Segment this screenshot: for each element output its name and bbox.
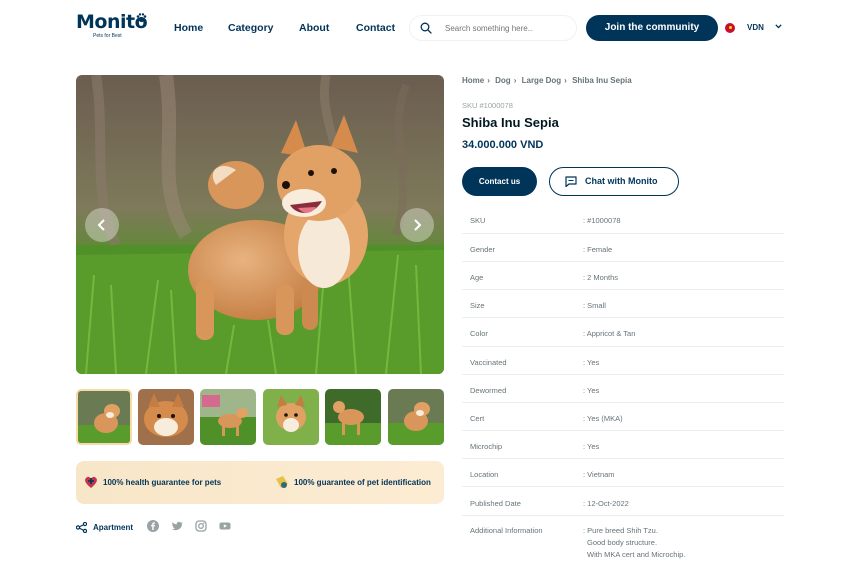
spec-row: Color : Appricot & Tan <box>462 318 784 347</box>
guarantee-banner: 100% health guarantee for pets 100% guar… <box>76 461 444 504</box>
spec-label: Microchip <box>470 442 503 451</box>
share-icon[interactable] <box>76 522 87 533</box>
spec-row: Microchip : Yes <box>462 431 784 459</box>
spec-value: : #1000078 <box>583 216 621 225</box>
spec-label: Cert <box>470 414 485 423</box>
spec-row: Gender : Female <box>462 234 784 262</box>
search-box <box>409 15 577 41</box>
chevron-right-icon: › <box>487 76 490 85</box>
spec-value: : Yes <box>583 442 600 451</box>
spec-label: Location <box>470 470 499 479</box>
gallery-thumbnail[interactable] <box>388 389 444 445</box>
pet-id-icon <box>276 476 288 488</box>
spec-label: Age <box>470 273 484 282</box>
spec-label: Dewormed <box>470 386 507 395</box>
spec-row: Dewormed : Yes <box>462 375 784 403</box>
gallery-prev-button[interactable] <box>85 208 119 242</box>
spec-row: Location : Vietnam <box>462 459 784 487</box>
nav-category[interactable]: Category <box>228 22 274 34</box>
logo[interactable]: Monito Pets for Best <box>76 12 148 42</box>
contact-us-button[interactable]: Contact us <box>462 167 537 196</box>
chevron-down-icon[interactable] <box>775 22 782 31</box>
product-sku: SKU #1000078 <box>462 101 513 110</box>
twitter-icon[interactable] <box>171 520 183 532</box>
currency-selector[interactable]: VDN <box>747 23 764 32</box>
gallery-thumbnail[interactable] <box>263 389 319 445</box>
nav-contact[interactable]: Contact <box>356 22 395 34</box>
site-header: Monito Pets for Best Home Category About… <box>0 0 858 60</box>
join-community-button[interactable]: Join the community <box>586 15 718 41</box>
spec-value: : 12-Oct-2022 <box>583 499 629 508</box>
spec-label: SKU <box>470 216 486 225</box>
spec-value-line: Good body structure. <box>587 538 658 547</box>
product-price: 34.000.000 VND <box>462 139 544 151</box>
gallery-thumbnail[interactable] <box>200 389 256 445</box>
breadcrumb: Home › Dog › Large Dog › Shiba Inu Sepia <box>462 76 635 85</box>
guarantee-health: 100% health guarantee for pets <box>103 478 222 487</box>
gallery-thumbnail[interactable] <box>76 389 132 445</box>
spec-label: Vaccinated <box>470 358 507 367</box>
product-title: Shiba Inu Sepia <box>462 115 559 130</box>
spec-label: Color <box>470 329 488 338</box>
spec-value: : Yes (MKA) <box>583 414 623 423</box>
spec-label: Published Date <box>470 499 521 508</box>
spec-label: Additional Information <box>470 526 543 535</box>
youtube-icon[interactable] <box>219 520 231 532</box>
spec-value-line: With MKA cert and Microchip. <box>587 550 686 559</box>
spec-label: Size <box>470 301 485 310</box>
spec-row: SKU : #1000078 <box>462 206 784 234</box>
gallery-thumbnail[interactable] <box>325 389 381 445</box>
gallery-next-button[interactable] <box>400 208 434 242</box>
chat-icon <box>565 176 577 187</box>
search-input[interactable] <box>445 21 533 36</box>
chat-button[interactable]: Chat with Monito <box>549 167 679 196</box>
spec-row: Size : Small <box>462 290 784 318</box>
spec-value: : 2 Months <box>583 273 619 282</box>
spec-row: Vaccinated : Yes <box>462 347 784 375</box>
breadcrumb-item[interactable]: Dog <box>495 76 511 85</box>
share-label: Apartment <box>93 523 134 532</box>
instagram-icon[interactable] <box>195 520 207 532</box>
facebook-icon[interactable] <box>147 520 159 532</box>
chevron-right-icon: › <box>564 76 567 85</box>
product-main-image <box>76 75 444 374</box>
nav-home[interactable]: Home <box>174 22 203 34</box>
vietnam-flag-icon[interactable] <box>725 23 735 33</box>
breadcrumb-item[interactable]: Large Dog <box>522 76 562 85</box>
spec-value: : Vietnam <box>583 470 615 479</box>
spec-row: Cert : Yes (MKA) <box>462 403 784 431</box>
gallery-thumbnail[interactable] <box>138 389 194 445</box>
logo-tagline: Pets for Best <box>93 33 122 39</box>
spec-value: : Yes <box>583 386 600 395</box>
guarantee-identification: 100% guarantee of pet identification <box>294 478 431 487</box>
breadcrumb-item[interactable]: Home <box>462 76 484 85</box>
spec-row: Additional Information : Pure breed Shih… <box>462 516 784 562</box>
spec-row: Age : 2 Months <box>462 262 784 290</box>
spec-row: Published Date : 12-Oct-2022 <box>462 487 784 516</box>
chevron-right-icon: › <box>513 76 517 85</box>
spec-value: : Yes <box>583 358 600 367</box>
nav-about[interactable]: About <box>299 22 329 34</box>
breadcrumb-current: Shiba Inu Sepia <box>572 76 632 85</box>
spec-label: Gender <box>470 245 496 254</box>
spec-value: : Pure breed Shih Tzu. <box>583 526 658 535</box>
paw-icon <box>136 13 147 25</box>
health-heart-icon <box>85 476 97 488</box>
spec-value: : Small <box>583 301 606 310</box>
spec-value: : Female <box>583 245 613 254</box>
search-icon[interactable] <box>420 22 432 34</box>
chat-label: Chat with Monito <box>585 176 658 186</box>
spec-value: : Appricot & Tan <box>583 329 636 338</box>
